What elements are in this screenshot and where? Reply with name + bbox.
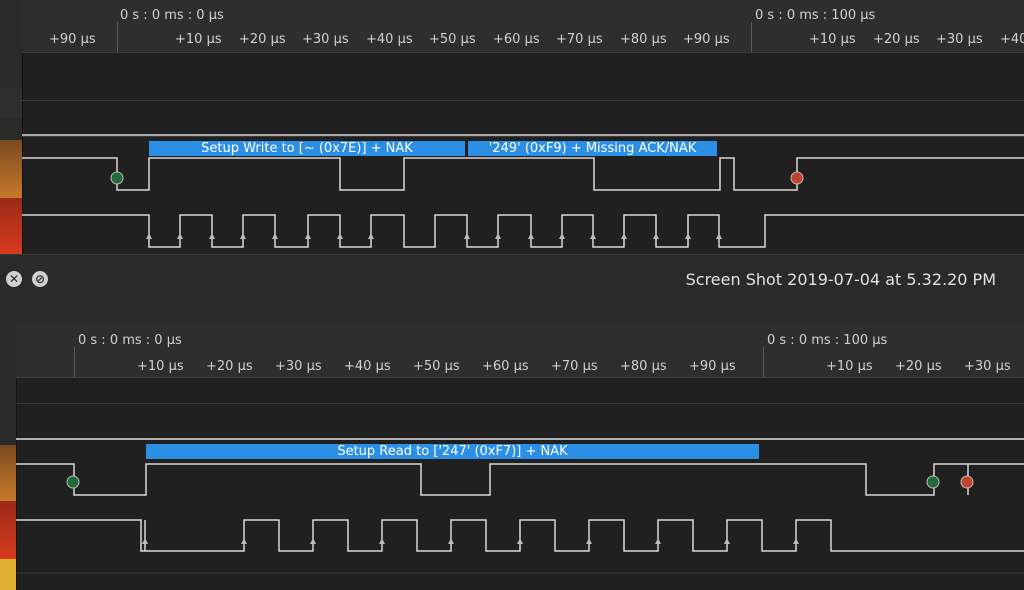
waveform-canvas (16, 438, 1024, 574)
scl-waveform (16, 519, 1024, 552)
start-marker (110, 171, 124, 185)
sda-waveform (22, 157, 1024, 191)
waveform-canvas (22, 134, 1024, 248)
screenshot-title: Screen Shot 2019-07-04 at 5.32.20 PM (685, 270, 996, 289)
start-marker (66, 475, 80, 489)
bottom-capture-panel: 0 s : 0 ms : 0 µs 0 s : 0 ms : 100 µs +1… (0, 305, 1024, 590)
sda-waveform (16, 463, 1024, 496)
stop-marker (960, 475, 974, 489)
stop-marker (790, 171, 804, 185)
start-marker (926, 475, 940, 489)
top-capture-panel: 0 s : 0 ms : 0 µs 0 s : 0 ms : 100 µs +9… (0, 0, 1024, 254)
screenshot-title-bar: ✕ ⊘ Screen Shot 2019-07-04 at 5.32.20 PM (0, 254, 1024, 306)
scl-waveform (22, 214, 1024, 248)
slash-circle-icon[interactable]: ⊘ (32, 271, 48, 287)
x-circle-icon[interactable]: ✕ (6, 271, 22, 287)
